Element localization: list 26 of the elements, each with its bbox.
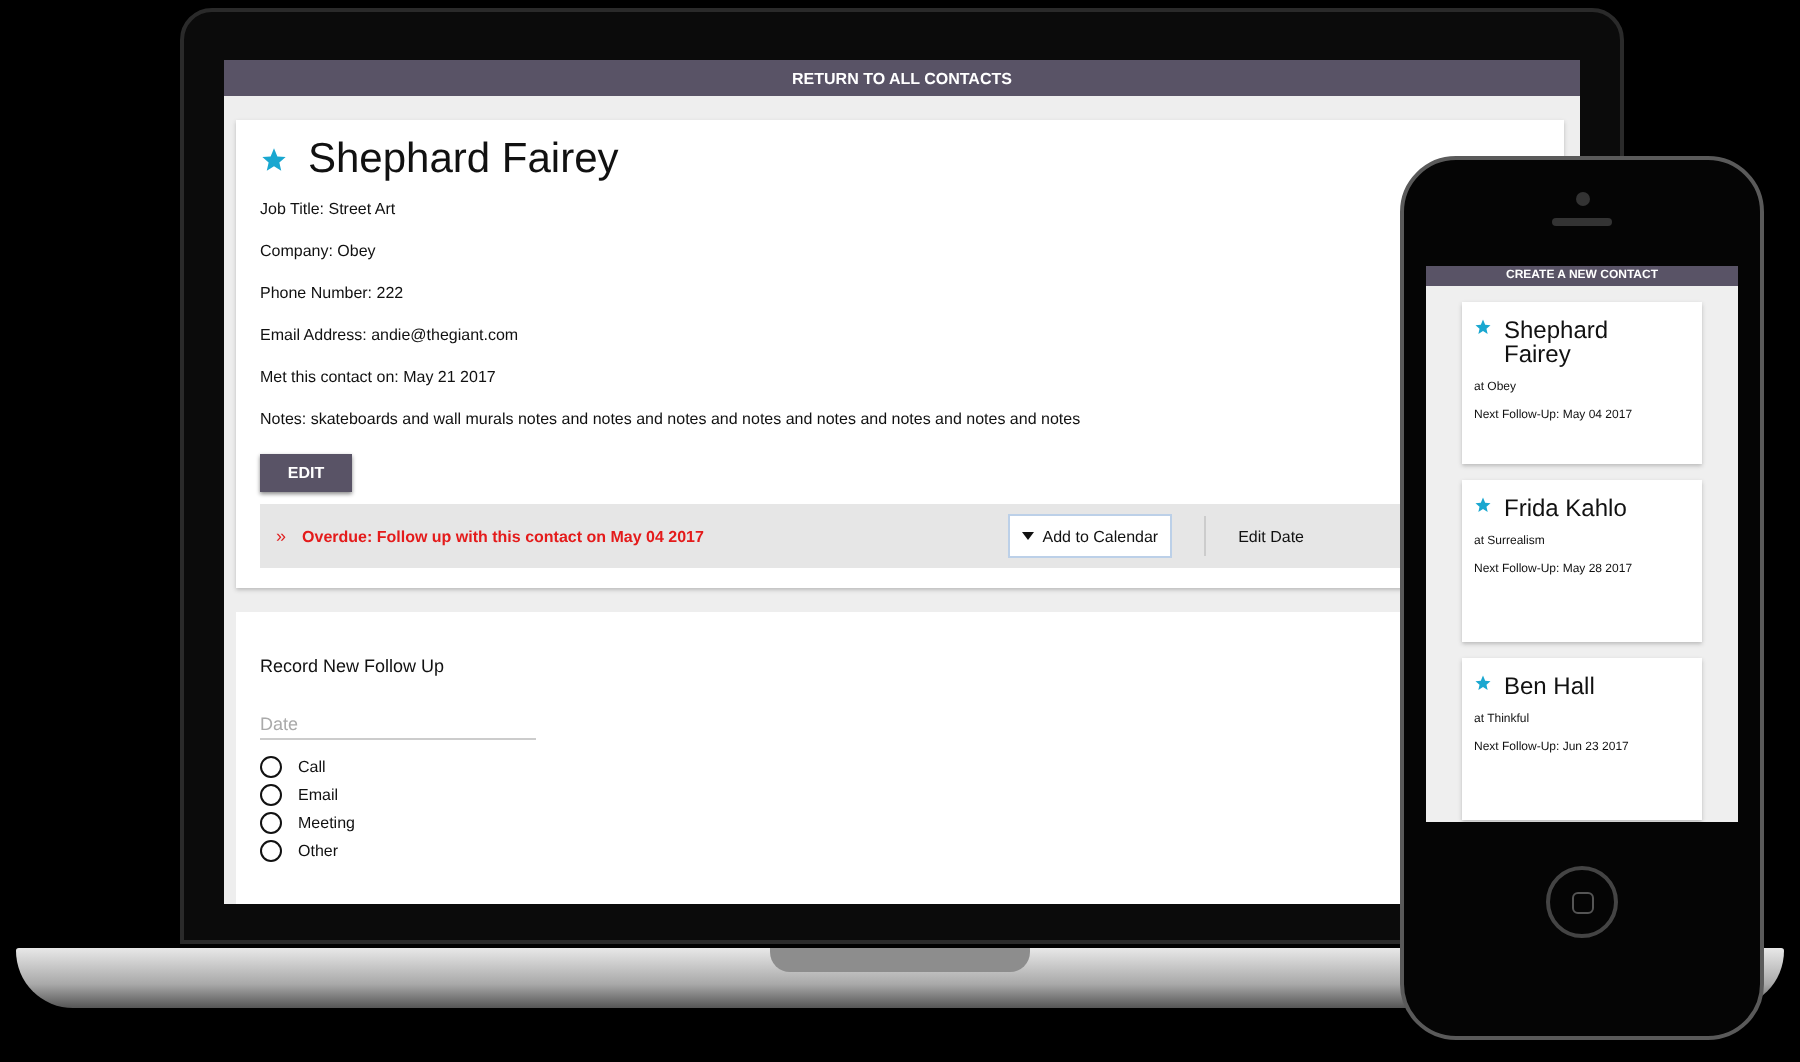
follow-up-title: Record New Follow Up [260, 656, 447, 676]
contact-name: Frida Kahlo [1504, 496, 1627, 520]
add-to-calendar-button[interactable]: Add to Calendar [1008, 514, 1173, 558]
contact-field: Notes: skateboards and wall murals notes and notes and notes and notes and notes and notes and notes and notes [260, 410, 1081, 428]
contact-field: Company: Obey [260, 242, 376, 260]
star-icon [260, 146, 288, 174]
overdue-marker: » [276, 526, 287, 546]
contact-field: Phone Number: 222 [260, 284, 404, 302]
contact-field: Email Address: andie@thegiant.com [260, 326, 519, 344]
edit-button[interactable]: EDIT [260, 454, 352, 492]
star-icon [1474, 318, 1492, 336]
edit-date-link[interactable]: Edit Date [1238, 527, 1304, 545]
star-icon [1474, 496, 1492, 514]
contact-field: Met this contact on: May 21 2017 [260, 368, 496, 386]
contact-field: Job Title: Street Art [260, 200, 396, 218]
radio-option[interactable]: Email [260, 780, 339, 808]
contact-name: Ben Hall [1504, 674, 1595, 698]
radio-option[interactable]: Call [260, 752, 326, 780]
contact-name: Shephard Fairey [308, 136, 619, 184]
contact-name: Shephard Fairey [1504, 318, 1611, 366]
overdue-text: Overdue: Follow up with this contact on May 04 2017 [302, 527, 706, 545]
radio-option[interactable]: Other [260, 836, 339, 864]
star-icon [1474, 674, 1492, 692]
caret-icon [1022, 532, 1035, 540]
return-link[interactable]: RETURN TO ALL CONTACTS [224, 60, 1580, 96]
radio-option[interactable]: Meeting [260, 808, 355, 836]
